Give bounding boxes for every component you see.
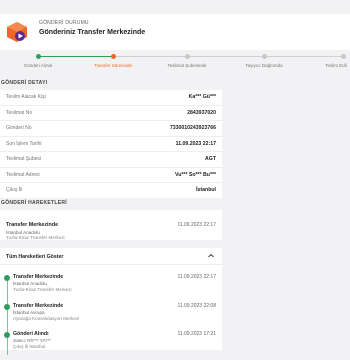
show-all-movements-toggle[interactable]: Tüm Hareketleri Göster — [0, 248, 222, 265]
detail-row-delivery-address: Teslimat Adresi Vu*** So*** Bu*** — [0, 168, 222, 183]
step-dot-courier — [262, 54, 267, 59]
step-label-delivered: Teslim Edil — [325, 63, 347, 68]
timeline-item-title: Gönderi Alındı — [13, 331, 49, 337]
detail-label: Teslim Alacak Kişi — [6, 94, 46, 100]
detail-row-last-action-date: Son İşlem Tarihi 11.09.2023 22:17 — [0, 137, 222, 152]
step-dot-received — [36, 54, 41, 59]
detail-label: Gönderi No — [6, 125, 32, 131]
details-section-header: GÖNDERİ DETAYI — [1, 80, 48, 86]
check-icon — [4, 332, 10, 338]
check-icon — [4, 275, 10, 281]
timeline-item-region: İstanbul Avrupa — [13, 310, 45, 315]
detail-value: AGT — [205, 156, 216, 162]
status-caption: GÖNDERİ DURUMU — [39, 20, 89, 26]
detail-value: Ka*** Gü*** — [188, 94, 216, 100]
timeline-item: Transfer Merkezinde 11.09.2023 22:08 İst… — [0, 302, 222, 332]
detail-value: 11.09.2023 22:17 — [175, 140, 216, 147]
detail-row-shipment-no: Gönderi No 7330010243923766 — [0, 121, 222, 137]
step-label-branch: Teslimat Şubesinde — [167, 63, 207, 68]
detail-value: İstanbul — [196, 187, 216, 193]
timeline-item-time: 11.09.2023 22:17 — [177, 274, 216, 280]
step-connector — [38, 56, 113, 57]
timeline-item: Gönderi Alındı 11.09.2023 17:21 Satıcı: … — [0, 330, 222, 360]
timeline-item-title: Transfer Merkezinde — [13, 303, 64, 309]
timeline-item: Transfer Merkezinde 11.09.2023 22:17 İst… — [0, 273, 222, 303]
last-movement-center: Tuzla-Kiraz Transfer Merkezi — [6, 235, 65, 240]
all-movements-panel: Tüm Hareketleri Göster Transfer Merkezin… — [0, 248, 222, 355]
detail-value: Vu*** So*** Bu*** — [174, 171, 216, 178]
step-dot-branch — [185, 54, 190, 59]
shipment-status-card: GÖNDERİ DURUMU Gönderiniz Transfer Merke… — [0, 14, 350, 50]
chevron-up-icon — [208, 253, 214, 258]
timeline-item-title: Transfer Merkezinde — [13, 274, 64, 280]
detail-row-delivery-no: Teslimat No 2843937020 — [0, 106, 222, 121]
detail-label: Teslimat No — [6, 109, 33, 116]
detail-label: Son İşlem Tarihi — [6, 140, 42, 147]
step-label-courier: Taşıyıcı Dağıtımda — [245, 63, 283, 68]
detail-label: Teslimat Adresi — [6, 171, 40, 178]
detail-value: 2843937020 — [187, 109, 216, 116]
last-movement-time: 11.09.2023 22:17 — [177, 222, 216, 228]
movements-section-header: GÖNDERİ HAREKETLERİ — [1, 200, 67, 206]
timeline-item-time: 11.09.2023 17:21 — [177, 331, 216, 337]
step-label-transfer: Transfer Sürecinde — [93, 63, 133, 68]
package-icon — [7, 22, 27, 42]
timeline-item-time: 11.09.2023 22:08 — [177, 303, 216, 309]
last-movement-title: Transfer Merkezinde — [6, 222, 59, 228]
status-title: Gönderiniz Transfer Merkezinde — [39, 29, 146, 36]
detail-row-delivery-branch: Teslimat Şubesi AGT — [0, 152, 222, 168]
step-label-received: Gönderi Alındı — [23, 63, 53, 68]
check-icon — [4, 304, 10, 310]
timeline-item-origin: Çıkış İli İstanbul — [13, 344, 46, 349]
detail-row-recipient: Teslim Alacak Kişi Ka*** Gü*** — [0, 90, 222, 106]
shipment-progress-stepper: Gönderi Alındı Transfer Sürecinde Teslim… — [0, 52, 350, 72]
show-all-movements-label: Tüm Hareketleri Göster — [6, 254, 64, 260]
last-movement-card: Transfer Merkezinde 11.09.2023 22:17 İst… — [0, 210, 222, 240]
step-dot-transfer — [111, 54, 116, 59]
step-dot-delivered — [341, 54, 346, 59]
detail-label: Çıkış İli — [6, 187, 23, 193]
detail-value: 7330010243923766 — [169, 125, 216, 131]
timeline-item-seller: Satıcı: Rh*** YA*** — [13, 338, 51, 343]
shipment-details-table: Teslim Alacak Kişi Ka*** Gü*** Teslimat … — [0, 90, 222, 198]
timeline-item-region: İstanbul Anadolu — [13, 281, 47, 286]
step-connector — [113, 56, 343, 57]
detail-label: Teslimat Şubesi — [6, 156, 42, 162]
timeline-item-center: Ayazağa Konsolidasyon Merkezi — [13, 316, 80, 321]
timeline-item-center: Tuzla-Kiraz Transfer Merkezi — [13, 287, 72, 292]
detail-row-origin-city: Çıkış İli İstanbul — [0, 183, 222, 198]
